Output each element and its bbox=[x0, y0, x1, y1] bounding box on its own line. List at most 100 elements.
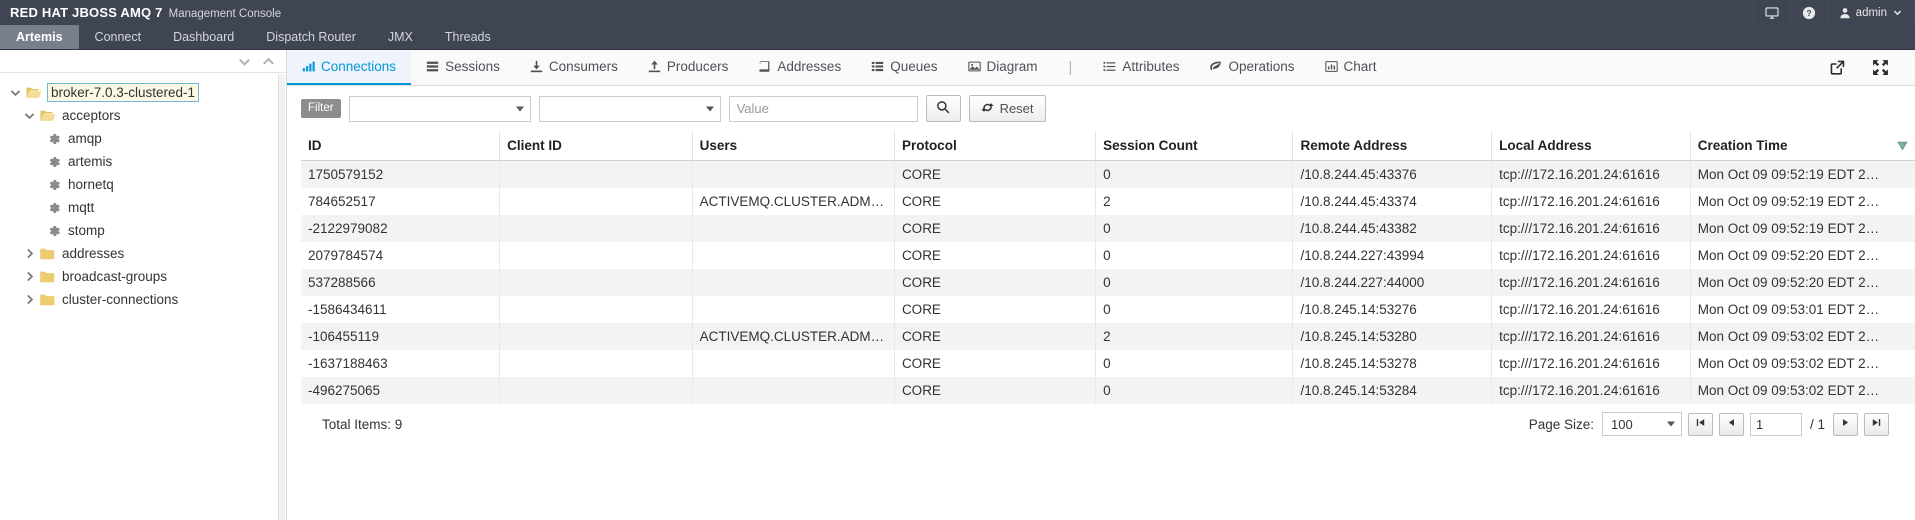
twisty-down-icon[interactable] bbox=[6, 86, 24, 99]
tab-producers-label: Producers bbox=[666, 59, 729, 74]
cell-session-count[interactable]: 0 bbox=[1095, 242, 1294, 269]
page-number-input[interactable] bbox=[1749, 412, 1802, 436]
tree-label-broker[interactable]: broker-7.0.3-clustered-1 bbox=[47, 83, 200, 102]
column-header-remote-address[interactable]: Remote Address bbox=[1292, 131, 1493, 161]
table-row[interactable]: -2122979082 CORE 0 /10.8.244.45:43382 tc… bbox=[301, 215, 1915, 242]
nav-tab-connect[interactable]: Connect bbox=[79, 25, 158, 49]
table-row[interactable]: -106455119 ACTIVEMQ.CLUSTER.ADMI… CORE 2… bbox=[301, 323, 1915, 350]
column-header-client-id[interactable]: Client ID bbox=[499, 131, 693, 161]
tab-producers[interactable]: Producers bbox=[633, 50, 744, 85]
chevron-down-icon[interactable] bbox=[237, 54, 252, 69]
chevron-down-icon bbox=[515, 106, 524, 111]
gear-icon bbox=[44, 178, 63, 192]
nav-tab-dispatch-router[interactable]: Dispatch Router bbox=[250, 25, 372, 49]
column-header-session-count[interactable]: Session Count bbox=[1095, 131, 1294, 161]
twisty-right-icon[interactable] bbox=[20, 270, 38, 283]
tree-node-hornetq[interactable]: hornetq bbox=[0, 173, 286, 196]
cell-users bbox=[692, 160, 895, 188]
last-page-button[interactable] bbox=[1864, 412, 1889, 436]
twisty-down-icon[interactable] bbox=[20, 109, 38, 122]
expand-arrows-icon[interactable] bbox=[1872, 59, 1889, 76]
tree-label-addresses[interactable]: addresses bbox=[62, 246, 124, 261]
cell-session-count[interactable]: 0 bbox=[1095, 215, 1294, 242]
tab-queues[interactable]: Queues bbox=[856, 50, 952, 85]
cell-session-count[interactable]: 2 bbox=[1095, 188, 1294, 215]
prev-page-button[interactable] bbox=[1718, 412, 1744, 436]
table-row[interactable]: -1586434611 CORE 0 /10.8.245.14:53276 tc… bbox=[301, 296, 1915, 323]
table-row[interactable]: 784652517 ACTIVEMQ.CLUSTER.ADMI… CORE 2 … bbox=[301, 188, 1915, 215]
tab-connections[interactable]: Connections bbox=[287, 50, 412, 85]
tree-label-acceptors[interactable]: acceptors bbox=[62, 108, 121, 123]
filter-search-button[interactable] bbox=[925, 95, 961, 122]
tab-diagram[interactable]: Diagram bbox=[953, 50, 1053, 85]
tree-label-mqtt[interactable]: mqtt bbox=[68, 200, 94, 215]
nav-tab-dashboard[interactable]: Dashboard bbox=[157, 25, 250, 49]
first-page-button[interactable] bbox=[1687, 412, 1713, 436]
sub-nav: Connections Sessions Consumers Producers bbox=[287, 50, 1915, 86]
filter-field-select[interactable] bbox=[348, 95, 531, 122]
filter-reset-button[interactable]: Reset bbox=[968, 95, 1046, 122]
table-row[interactable]: 1750579152 CORE 0 /10.8.244.45:43376 tcp… bbox=[301, 160, 1915, 188]
page-size-select[interactable]: 100 bbox=[1601, 412, 1682, 436]
gear-icon bbox=[44, 155, 63, 169]
filter-operator-select[interactable] bbox=[538, 95, 721, 122]
tree-label-cluster-connections[interactable]: cluster-connections bbox=[62, 292, 178, 307]
nav-tab-threads[interactable]: Threads bbox=[429, 25, 507, 49]
next-page-button[interactable] bbox=[1833, 412, 1858, 436]
table-row[interactable]: 2079784574 CORE 0 /10.8.244.227:43994 tc… bbox=[301, 242, 1915, 269]
tree-label-artemis[interactable]: artemis bbox=[68, 154, 112, 169]
folder-open-icon bbox=[24, 86, 43, 100]
filter-value-input[interactable] bbox=[728, 95, 918, 122]
cell-session-count[interactable]: 0 bbox=[1095, 160, 1294, 188]
tree-label-stomp[interactable]: stomp bbox=[68, 223, 105, 238]
cell-session-count[interactable]: 0 bbox=[1095, 377, 1294, 404]
tree-node-stomp[interactable]: stomp bbox=[0, 219, 286, 242]
cell-protocol: CORE bbox=[894, 296, 1097, 323]
twisty-right-icon[interactable] bbox=[20, 247, 38, 260]
tree-node-cluster-connections[interactable]: cluster-connections bbox=[0, 288, 286, 311]
tab-chart[interactable]: Chart bbox=[1310, 50, 1392, 85]
tree-node-artemis[interactable]: artemis bbox=[0, 150, 286, 173]
column-header-id[interactable]: ID bbox=[301, 131, 501, 161]
column-header-protocol[interactable]: Protocol bbox=[894, 131, 1097, 161]
chevron-up-icon[interactable] bbox=[261, 54, 276, 69]
screen-button[interactable] bbox=[1752, 0, 1790, 25]
cell-session-count[interactable]: 2 bbox=[1095, 323, 1294, 350]
cell-session-count[interactable]: 0 bbox=[1095, 269, 1294, 296]
table-footer: Total Items: 9 Page Size: 100 1 / 1 bbox=[301, 404, 1915, 436]
twisty-right-icon[interactable] bbox=[20, 293, 38, 306]
help-button[interactable]: ? bbox=[1789, 0, 1827, 25]
tree-node-amqp[interactable]: amqp bbox=[0, 127, 286, 150]
sidebar-scrollbar[interactable] bbox=[278, 74, 285, 520]
tab-consumers[interactable]: Consumers bbox=[515, 50, 633, 85]
tree-node-broker[interactable]: broker-7.0.3-clustered-1 bbox=[0, 81, 286, 104]
filter-reset-label: Reset bbox=[999, 101, 1034, 116]
nav-tab-jmx[interactable]: JMX bbox=[372, 25, 429, 49]
tree-label-broadcast-groups[interactable]: broadcast-groups bbox=[62, 269, 167, 284]
tab-sessions[interactable]: Sessions bbox=[411, 50, 515, 85]
tab-addresses[interactable]: Addresses bbox=[743, 50, 856, 85]
cell-session-count[interactable]: 0 bbox=[1095, 296, 1294, 323]
column-header-users[interactable]: Users bbox=[692, 131, 895, 161]
tree-node-mqtt[interactable]: mqtt bbox=[0, 196, 286, 219]
tree-node-addresses[interactable]: addresses bbox=[0, 242, 286, 265]
cell-id: 2079784574 bbox=[301, 242, 501, 269]
column-header-local-address[interactable]: Local Address bbox=[1491, 131, 1691, 161]
table-row[interactable]: 537288566 CORE 0 /10.8.244.227:44000 tcp… bbox=[301, 269, 1915, 296]
cell-users: ACTIVEMQ.CLUSTER.ADMI… bbox=[692, 323, 895, 350]
cell-creation-time: Mon Oct 09 09:52:19 EDT 2… bbox=[1697, 221, 1880, 236]
column-header-creation-time[interactable]: Creation Time bbox=[1690, 131, 1915, 161]
tree-label-amqp[interactable]: amqp bbox=[68, 131, 102, 146]
tab-operations[interactable]: Operations bbox=[1194, 50, 1309, 85]
tree-node-acceptors[interactable]: acceptors bbox=[0, 104, 286, 127]
funnel-caret-icon[interactable] bbox=[1896, 139, 1909, 152]
tree-node-broadcast-groups[interactable]: broadcast-groups bbox=[0, 265, 286, 288]
tree-label-hornetq[interactable]: hornetq bbox=[68, 177, 114, 192]
cell-session-count[interactable]: 0 bbox=[1095, 350, 1294, 377]
table-row[interactable]: -1637188463 CORE 0 /10.8.245.14:53278 tc… bbox=[301, 350, 1915, 377]
user-menu-button[interactable]: admin bbox=[1826, 0, 1915, 25]
nav-tab-artemis[interactable]: Artemis bbox=[0, 25, 79, 49]
share-external-icon[interactable] bbox=[1829, 59, 1846, 76]
tab-attributes[interactable]: Attributes bbox=[1088, 50, 1194, 85]
table-row[interactable]: -496275065 CORE 0 /10.8.245.14:53284 tcp… bbox=[301, 377, 1915, 404]
